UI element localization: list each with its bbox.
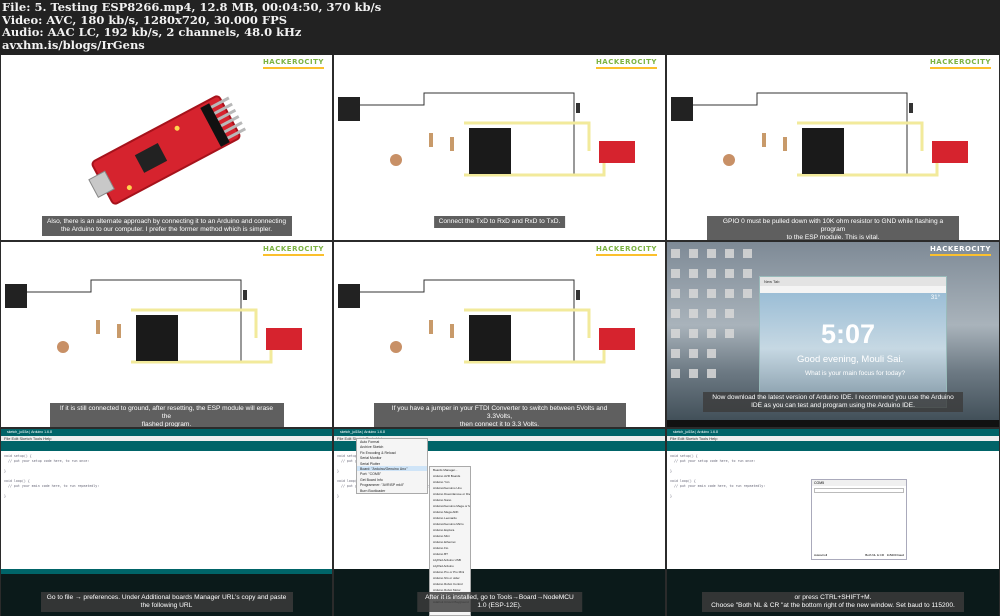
- file-info-header: File: 5. Testing ESP8266.mp4, 12.8 MB, 0…: [0, 0, 1000, 56]
- ftdi-board-image: [88, 95, 247, 205]
- caption-4: If it is still connected to ground, afte…: [49, 403, 284, 427]
- caption-8: After it is installed, go to Tools→Board…: [416, 592, 583, 612]
- caption-2: Connect the TxD to RxD and RxD to TxD.: [433, 216, 566, 228]
- thumbnail-9[interactable]: sketch_jul15a | Arduino 1.6.8 File Edit …: [667, 429, 999, 616]
- thumbnail-8[interactable]: sketch_jul15a | Arduino 1.6.8 File Edit …: [334, 429, 665, 616]
- caption-9: or press CTRL+SHIFT+M. Choose "Both NL &…: [702, 592, 964, 612]
- address-bar[interactable]: [760, 286, 946, 293]
- ide-editor[interactable]: void setup() { // put your setup code he…: [1, 451, 332, 569]
- greeting-text: Good evening, Mouli Sai.: [797, 354, 904, 365]
- taskbar[interactable]: [667, 420, 999, 427]
- file-line: File: 5. Testing ESP8266.mp4, 12.8 MB, 0…: [2, 0, 382, 14]
- audio-line: Audio: AAC LC, 192 kb/s, 2 channels, 48.…: [2, 25, 302, 40]
- ide-title: sketch_jul15a | Arduino 1.6.8: [340, 430, 385, 434]
- thumbnail-2[interactable]: HACKEROCITY Connect the TxD to RxD and R…: [334, 55, 665, 240]
- ide-toolbar[interactable]: [667, 441, 999, 451]
- thumbnail-5[interactable]: HACKEROCITY If you have a jumper in your…: [334, 242, 665, 427]
- code-setup: void setup() { // put your setup code he…: [4, 454, 90, 473]
- weather-temp: 31°: [930, 295, 940, 301]
- thumbnail-7[interactable]: sketch_jul15a | Arduino 1.6.8 File Edit …: [1, 429, 332, 616]
- thumbnail-3[interactable]: HACKEROCITY GPIO 0 must be pulled down w…: [667, 55, 999, 240]
- thumbnail-4[interactable]: HACKEROCITY If it is still connected to …: [1, 242, 332, 427]
- baud-select[interactable]: 115200 baud: [887, 553, 904, 557]
- clock-time: 5:07: [821, 319, 876, 349]
- serial-title: COM5: [812, 480, 906, 486]
- caption-5: If you have a jumper in your FTDI Conver…: [373, 403, 626, 427]
- ide-status-bar: [1, 569, 332, 574]
- code-loop: void loop() { // put your main code here…: [670, 479, 766, 498]
- serial-input[interactable]: [814, 488, 904, 493]
- ide-title: sketch_jul15a | Arduino 1.6.8: [673, 430, 718, 434]
- circuit-diagram: [338, 279, 635, 364]
- focus-prompt: What is your main focus for today?: [805, 370, 906, 377]
- circuit-diagram: [338, 92, 635, 177]
- caption-7: Go to file → preferences. Under Addition…: [40, 592, 293, 612]
- thumbnail-6[interactable]: HACKEROCITY New Tab 31° 5:07 Good evenin…: [667, 242, 999, 427]
- desktop-icons: [671, 249, 752, 378]
- caption-3: GPIO 0 must be pulled down with 10K ohm …: [707, 216, 959, 240]
- caption-1: Also, there is an alternate approach by …: [41, 216, 292, 236]
- ide-toolbar[interactable]: [1, 441, 332, 451]
- thumbnail-grid: HACKEROCITY Also, there is an alternate …: [0, 55, 1000, 616]
- tab-new-tab[interactable]: New Tab: [760, 277, 946, 286]
- thumbnail-1[interactable]: HACKEROCITY Also, there is an alternate …: [1, 55, 332, 240]
- ide-title: sketch_jul15a | Arduino 1.6.8: [7, 430, 52, 434]
- line-ending-select[interactable]: Both NL & CR: [865, 553, 884, 557]
- serial-monitor-window[interactable]: COM5 Autoscroll Both NL & CR 115200 baud: [811, 479, 907, 560]
- tools-menu-item[interactable]: Burn Bootloader: [357, 488, 427, 493]
- circuit-diagram: [671, 92, 968, 177]
- brand-logo: HACKEROCITY: [930, 245, 991, 256]
- code-loop: void loop() { // put your main code here…: [4, 479, 100, 498]
- tools-menu[interactable]: Auto Format Archive Sketch Fix Encoding & …: [356, 438, 428, 494]
- circuit-diagram: [5, 279, 302, 364]
- code-setup: void setup() { // put your setup code he…: [670, 454, 756, 473]
- caption-6: Now download the latest version of Ardui…: [703, 392, 963, 412]
- site-line: avxhm.is/blogs/IrGens: [2, 37, 145, 52]
- autoscroll-checkbox[interactable]: Autoscroll: [814, 553, 827, 557]
